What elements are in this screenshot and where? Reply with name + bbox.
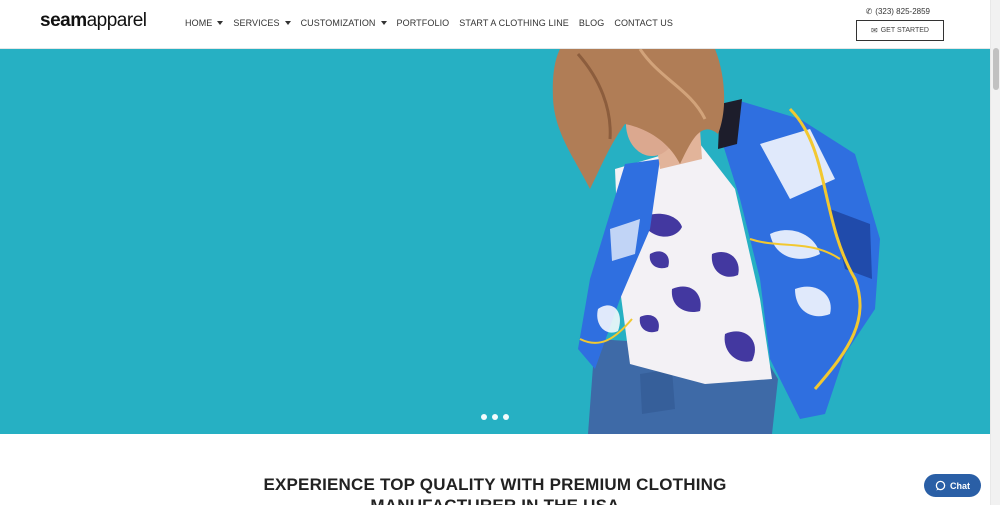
headline-line-1: EXPERIENCE TOP QUALITY WITH PREMIUM CLOT…: [263, 475, 727, 494]
chat-label: Chat: [950, 480, 970, 491]
nav-item-blog[interactable]: BLOG: [579, 18, 604, 28]
nav-item-portfolio[interactable]: PORTFOLIO: [397, 18, 450, 28]
phone-link[interactable]: ✆ (323) 825-2859: [866, 7, 930, 16]
caret-down-icon: [217, 21, 224, 25]
headline-line-2: MANUFACTURER IN THE USA: [0, 495, 990, 505]
nav-item-customization[interactable]: CUSTOMIZATION: [301, 18, 387, 28]
nav-item-services[interactable]: SERVICES: [233, 18, 291, 28]
logo-bold: seam: [40, 10, 87, 31]
logo[interactable]: seamapparel: [40, 10, 147, 32]
slider-dot[interactable]: [481, 414, 487, 420]
slider-dot[interactable]: [503, 414, 509, 420]
phone-number: (323) 825-2859: [875, 7, 930, 16]
slider-dots: [481, 414, 509, 420]
get-started-label: GET STARTED: [880, 27, 929, 34]
nav-item-contact-us[interactable]: CONTACT US: [614, 18, 673, 28]
slider-dot[interactable]: [492, 414, 498, 420]
envelope-icon: ✉: [871, 26, 878, 35]
main-nav: HOME SERVICES CUSTOMIZATION PORTFOLIO ST…: [185, 18, 673, 28]
phone-icon: ✆: [865, 7, 873, 16]
scrollbar-thumb[interactable]: [993, 48, 999, 90]
section-headline: EXPERIENCE TOP QUALITY WITH PREMIUM CLOT…: [0, 474, 990, 505]
hero-model-image: [552, 49, 880, 434]
nav-item-start-clothing-line[interactable]: START A CLOTHING LINE: [459, 18, 569, 28]
hero-slider: [0, 49, 990, 434]
caret-down-icon: [284, 21, 291, 25]
nav-item-home[interactable]: HOME: [185, 18, 224, 28]
logo-light: apparel: [86, 10, 147, 31]
get-started-button[interactable]: ✉ GET STARTED: [856, 20, 944, 41]
chat-bubble-icon: [935, 480, 946, 491]
scrollbar[interactable]: [990, 0, 1000, 505]
caret-down-icon: [380, 21, 387, 25]
chat-button[interactable]: Chat: [924, 474, 981, 497]
page: seamapparel HOME SERVICES CUSTOMIZATION …: [0, 0, 990, 505]
site-header: seamapparel HOME SERVICES CUSTOMIZATION …: [0, 0, 990, 49]
